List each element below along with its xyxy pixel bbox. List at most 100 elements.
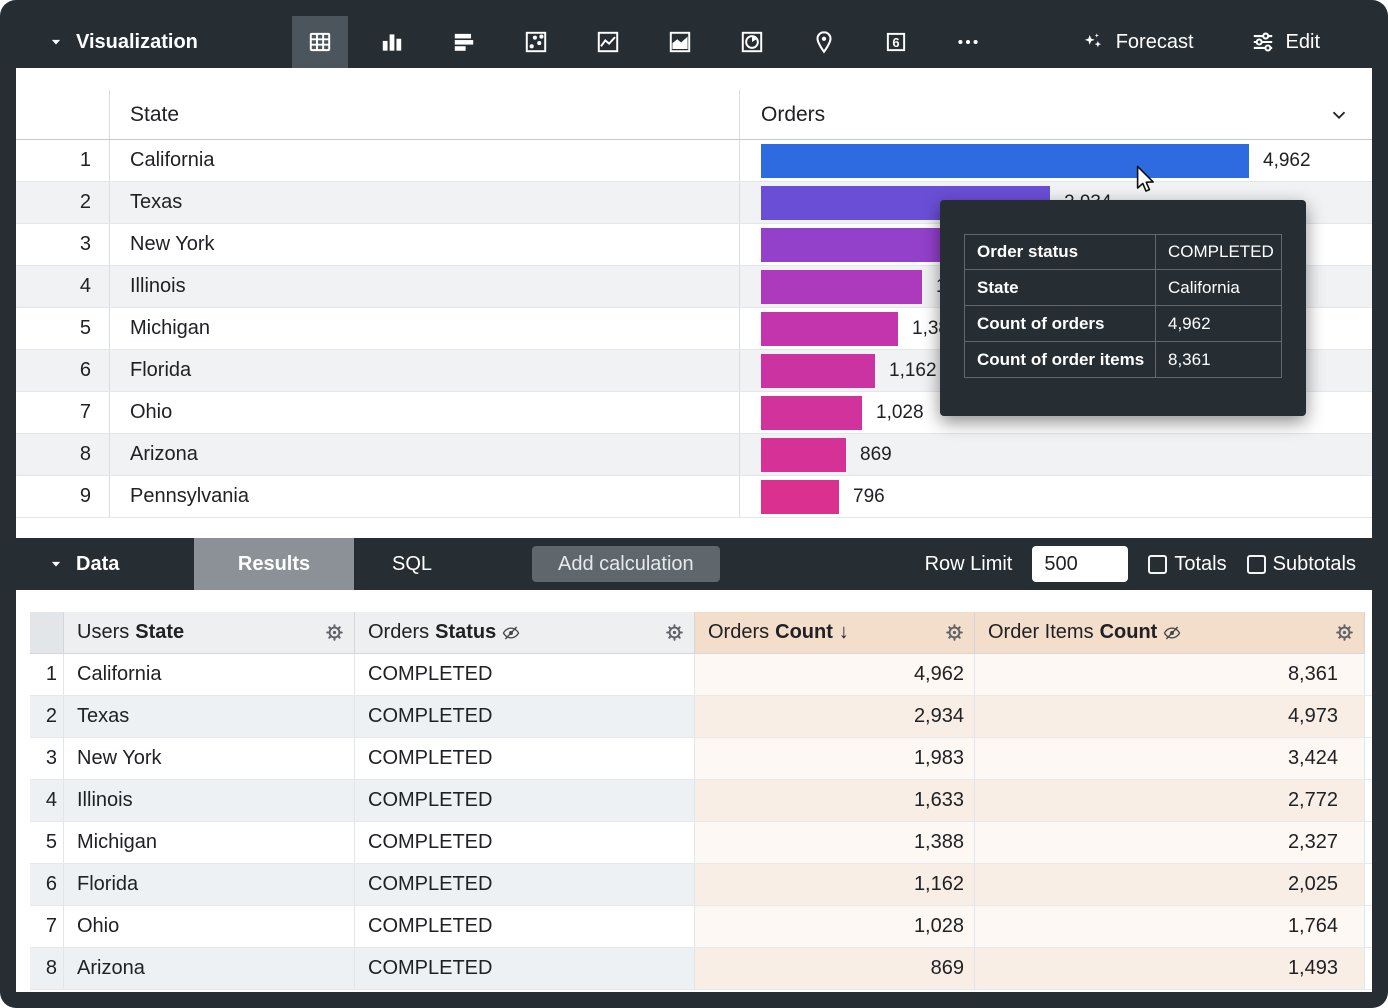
state-cell[interactable]: California	[64, 654, 355, 695]
status-cell[interactable]: COMPLETED	[355, 948, 695, 989]
order-items-count-cell[interactable]: 3,424	[975, 738, 1365, 779]
status-cell[interactable]: COMPLETED	[355, 864, 695, 905]
forecast-label: Forecast	[1116, 31, 1194, 54]
hidden-eye-icon	[1163, 624, 1181, 642]
data-table-row: 7OhioCOMPLETED1,0281,764	[30, 906, 1372, 948]
app-window: Visualization	[0, 0, 1388, 1008]
column-header-orders-status[interactable]: OrdersStatus	[355, 612, 695, 654]
viz-type-area-chart-button[interactable]	[652, 16, 708, 68]
state-cell: Texas	[110, 182, 740, 223]
status-cell[interactable]: COMPLETED	[355, 696, 695, 737]
order-count-bar[interactable]	[761, 438, 846, 472]
row-number: 7	[30, 906, 64, 947]
visualization-section-toggle[interactable]: Visualization	[46, 31, 292, 54]
state-cell[interactable]: Michigan	[64, 822, 355, 863]
orders-count-cell[interactable]: 1,633	[695, 780, 975, 821]
order-items-count-cell[interactable]: 2,025	[975, 864, 1365, 905]
gear-icon[interactable]	[665, 623, 684, 642]
tab-sql[interactable]: SQL	[354, 538, 470, 590]
tooltip-field-value: 8,361	[1156, 342, 1282, 378]
order-count-bar[interactable]	[761, 480, 839, 514]
gear-icon[interactable]	[325, 623, 344, 642]
state-cell[interactable]: Illinois	[64, 780, 355, 821]
tooltip-field-value: California	[1156, 270, 1282, 306]
data-bar-controls: Row Limit Totals Subtotals	[925, 546, 1372, 582]
order-count-bar[interactable]	[761, 144, 1249, 178]
tab-results[interactable]: Results	[194, 538, 354, 590]
visualization-label: Visualization	[76, 31, 198, 54]
viz-type-line-chart-button[interactable]	[580, 16, 636, 68]
viz-type-single-value-button[interactable]: 6	[868, 16, 924, 68]
scatter-plot-icon	[523, 29, 549, 55]
state-cell[interactable]: Texas	[64, 696, 355, 737]
state-column-header[interactable]: State	[110, 90, 740, 139]
row-limit-input[interactable]	[1032, 546, 1128, 582]
state-cell[interactable]: Florida	[64, 864, 355, 905]
orders-count-cell[interactable]: 1,162	[695, 864, 975, 905]
orders-count-cell[interactable]: 2,934	[695, 696, 975, 737]
add-calculation-button[interactable]: Add calculation	[532, 546, 720, 582]
totals-toggle[interactable]: Totals	[1148, 553, 1226, 576]
state-cell: Arizona	[110, 434, 740, 475]
order-count-bar[interactable]	[761, 354, 875, 388]
bar-value-label: 1,162	[889, 360, 937, 382]
column-header-order-items-count[interactable]: Order ItemsCount	[975, 612, 1365, 654]
order-items-count-cell[interactable]: 2,327	[975, 822, 1365, 863]
status-cell[interactable]: COMPLETED	[355, 780, 695, 821]
orders-count-cell[interactable]: 1,028	[695, 906, 975, 947]
order-items-count-cell[interactable]: 4,973	[975, 696, 1365, 737]
viz-type-bar-chart-button[interactable]	[436, 16, 492, 68]
status-cell[interactable]: COMPLETED	[355, 906, 695, 947]
totals-checkbox[interactable]	[1148, 555, 1167, 574]
order-count-bar[interactable]	[761, 312, 898, 346]
state-cell[interactable]: Ohio	[64, 906, 355, 947]
field-view-label: Users	[77, 621, 129, 644]
order-items-count-cell[interactable]: 8,361	[975, 654, 1365, 695]
state-cell[interactable]: Arizona	[64, 948, 355, 989]
hover-tooltip: Order statusCOMPLETEDStateCaliforniaCoun…	[940, 200, 1306, 416]
toolbar-actions: Forecast Edit	[1080, 29, 1372, 55]
viz-type-more-button[interactable]	[940, 16, 996, 68]
column-header-users-state[interactable]: UsersState	[64, 612, 355, 654]
viz-type-column-chart-button[interactable]	[364, 16, 420, 68]
data-section-toggle[interactable]: Data	[46, 553, 194, 576]
chevron-down-icon[interactable]	[1328, 104, 1350, 126]
order-count-bar[interactable]	[761, 228, 956, 262]
order-items-count-cell[interactable]: 1,764	[975, 906, 1365, 947]
viz-type-table-button[interactable]	[292, 16, 348, 68]
row-number: 6	[30, 864, 64, 905]
forecast-button[interactable]: Forecast	[1080, 29, 1194, 55]
bar-value-label: 869	[860, 444, 892, 466]
row-number: 3	[16, 224, 110, 265]
state-cell: New York	[110, 224, 740, 265]
viz-type-scatter-button[interactable]	[508, 16, 564, 68]
gear-icon[interactable]	[1335, 623, 1354, 642]
subtotals-checkbox[interactable]	[1247, 555, 1266, 574]
status-cell[interactable]: COMPLETED	[355, 654, 695, 695]
order-count-bar[interactable]	[761, 396, 862, 430]
gear-icon[interactable]	[945, 623, 964, 642]
orders-count-cell[interactable]: 1,388	[695, 822, 975, 863]
order-items-count-cell[interactable]: 2,772	[975, 780, 1365, 821]
order-count-bar[interactable]	[761, 270, 922, 304]
orders-count-cell[interactable]: 869	[695, 948, 975, 989]
bar-value-label: 796	[853, 486, 885, 508]
row-number: 9	[16, 476, 110, 517]
state-cell: California	[110, 140, 740, 181]
orders-column-header[interactable]: Orders	[740, 90, 1372, 139]
column-header-orders-count[interactable]: OrdersCount↓	[695, 612, 975, 654]
edit-button[interactable]: Edit	[1250, 29, 1320, 55]
row-limit-label: Row Limit	[925, 553, 1013, 576]
order-items-count-cell[interactable]: 1,493	[975, 948, 1365, 989]
field-view-label: Orders	[708, 621, 769, 644]
status-cell[interactable]: COMPLETED	[355, 822, 695, 863]
orders-count-cell[interactable]: 1,983	[695, 738, 975, 779]
viz-type-pie-chart-button[interactable]	[724, 16, 780, 68]
status-cell[interactable]: COMPLETED	[355, 738, 695, 779]
state-cell: Ohio	[110, 392, 740, 433]
orders-count-cell[interactable]: 4,962	[695, 654, 975, 695]
viz-type-map-button[interactable]	[796, 16, 852, 68]
state-cell[interactable]: New York	[64, 738, 355, 779]
row-number: 1	[16, 140, 110, 181]
subtotals-toggle[interactable]: Subtotals	[1247, 553, 1356, 576]
